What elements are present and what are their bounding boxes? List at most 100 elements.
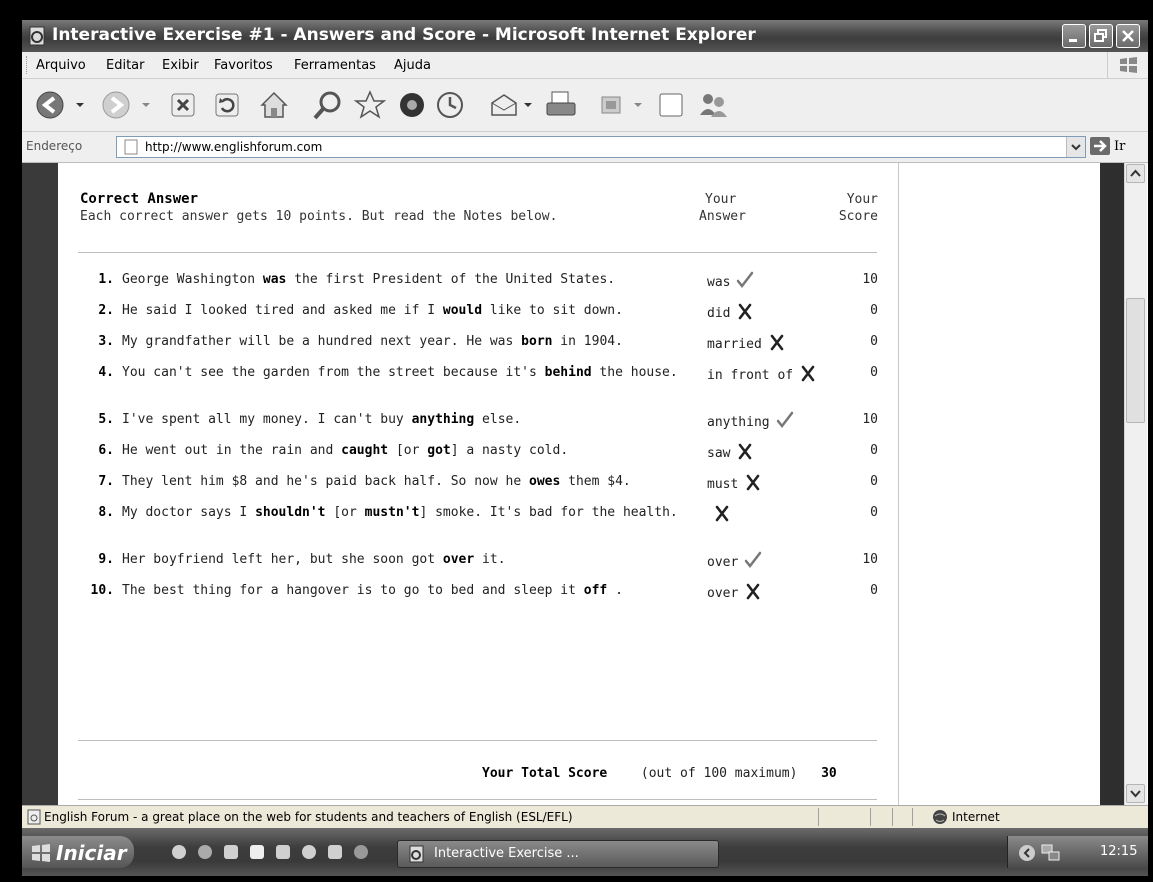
row-number: 6.	[98, 443, 114, 458]
refresh-button[interactable]	[212, 89, 242, 121]
go-arrow-icon	[1094, 140, 1107, 152]
windows-logo-icon	[1107, 52, 1148, 78]
home-button[interactable]	[258, 89, 290, 121]
your-score: 10	[862, 412, 878, 427]
page-status-icon	[27, 809, 41, 825]
col-your-score-2: Score	[838, 209, 878, 224]
menu-ajuda[interactable]: Ajuda	[394, 58, 431, 73]
close-button[interactable]	[1116, 24, 1140, 48]
sentence-text: else.	[474, 412, 522, 427]
network-icon[interactable]	[1040, 843, 1062, 863]
quicklaunch-icon[interactable]	[172, 845, 186, 859]
go-button[interactable]	[1090, 137, 1110, 155]
discuss-button[interactable]	[656, 89, 686, 121]
your-answer	[707, 504, 731, 523]
your-answer: in front of	[707, 364, 817, 383]
start-button[interactable]: Iniciar	[22, 836, 134, 868]
system-tray: 12:15	[1007, 836, 1148, 868]
quicklaunch-icon[interactable]	[224, 845, 238, 859]
window-title: Interactive Exercise #1 - Answers and Sc…	[52, 25, 756, 45]
correct-sentence: The best thing for a hangover is to go t…	[122, 583, 692, 598]
zone-label: Internet	[952, 810, 1000, 824]
correct-sentence: He went out in the rain and caught [or g…	[122, 443, 692, 458]
menu-grip[interactable]	[26, 56, 29, 74]
answer-keyword: off	[583, 583, 608, 598]
your-score: 0	[870, 474, 878, 489]
status-divider	[912, 808, 913, 826]
sentence-text: The best thing for a hangover is to go t…	[122, 583, 584, 598]
scroll-thumb[interactable]	[1126, 298, 1145, 423]
search-button[interactable]	[312, 89, 344, 121]
quicklaunch-icon[interactable]	[276, 845, 290, 859]
correct-sentence: My grandfather will be a hundred next ye…	[122, 334, 692, 349]
vertical-scrollbar[interactable]	[1124, 163, 1147, 805]
quicklaunch-icon[interactable]	[354, 845, 368, 859]
go-label[interactable]: Ir	[1114, 139, 1125, 154]
menu-ferramentas[interactable]: Ferramentas	[294, 58, 376, 73]
messenger-button[interactable]	[696, 89, 730, 121]
favorites-button[interactable]	[354, 89, 386, 121]
stop-button[interactable]	[168, 89, 198, 121]
correct-answer-heading: Correct Answer	[80, 191, 199, 207]
cross-icon	[739, 443, 752, 460]
address-label: Endereço	[26, 139, 83, 153]
scroll-down-button[interactable]	[1126, 784, 1145, 803]
taskbar: Iniciar Interactive Exercise ... 12:15	[22, 828, 1148, 876]
row-number: 9.	[98, 552, 114, 567]
correct-sentence: They lent him $8 and he's paid back half…	[122, 474, 692, 489]
forward-button[interactable]	[100, 89, 154, 121]
check-icon	[745, 551, 762, 569]
your-score: 0	[870, 334, 878, 349]
bottom-divider	[78, 799, 877, 800]
history-button[interactable]	[434, 89, 466, 121]
sentence-text: in 1904.	[552, 334, 623, 349]
your-score: 0	[870, 443, 878, 458]
quicklaunch-icon[interactable]	[328, 845, 342, 859]
status-text: English Forum - a great place on the web…	[44, 810, 573, 824]
sentence-text: [or	[388, 443, 428, 458]
total-score-label: Your Total Score	[482, 766, 608, 781]
address-input[interactable]: http://www.englishforum.com	[116, 136, 1086, 158]
menu-favoritos[interactable]: Favoritos	[214, 58, 273, 73]
answer-keyword: got	[427, 443, 451, 458]
quicklaunch-ie-icon[interactable]	[198, 845, 212, 859]
quicklaunch-icon[interactable]	[250, 845, 264, 859]
menu-exibir[interactable]: Exibir	[162, 58, 199, 73]
menu-editar[interactable]: Editar	[106, 58, 145, 73]
correct-sentence: I've spent all my money. I can't buy any…	[122, 412, 692, 427]
row-number: 7.	[98, 474, 114, 489]
sentence-text: the house.	[591, 365, 678, 380]
your-answer: over	[707, 582, 762, 601]
mail-button[interactable]	[488, 89, 538, 121]
restore-button[interactable]	[1089, 24, 1113, 48]
your-answer-text: did	[707, 306, 731, 321]
media-button[interactable]	[396, 89, 428, 121]
print-button[interactable]	[544, 89, 578, 121]
tray-expand-icon[interactable]	[1018, 844, 1036, 862]
title-bar[interactable]: Interactive Exercise #1 - Answers and Sc…	[22, 20, 1148, 52]
cross-icon	[739, 303, 752, 320]
your-answer-text: over	[707, 586, 739, 601]
cross-icon	[801, 365, 815, 382]
instructions-text: Each correct answer gets 10 points. But …	[80, 209, 558, 224]
cross-icon	[747, 474, 760, 491]
row-number: 5.	[98, 412, 114, 427]
minimize-icon	[1069, 39, 1077, 42]
minimize-button[interactable]	[1062, 24, 1086, 48]
your-answer-text: in front of	[707, 368, 794, 383]
ie-page-icon	[29, 26, 45, 46]
quicklaunch-icon[interactable]	[302, 845, 316, 859]
cross-icon	[715, 505, 729, 522]
back-button[interactable]	[34, 89, 88, 121]
scroll-up-button[interactable]	[1126, 164, 1145, 183]
menu-arquivo[interactable]: Arquivo	[36, 58, 86, 73]
answer-keyword: caught	[341, 443, 389, 458]
edit-button[interactable]	[596, 89, 646, 121]
address-url: http://www.englishforum.com	[145, 140, 323, 154]
address-dropdown[interactable]	[1066, 137, 1085, 157]
sentence-text: [or	[325, 505, 365, 520]
menu-bar: Arquivo Editar Exibir Favoritos Ferramen…	[22, 52, 1148, 79]
address-bar: Endereço http://www.englishforum.com Ir	[22, 132, 1148, 163]
sentence-text: George Washington	[122, 272, 263, 287]
taskbar-ie-task[interactable]: Interactive Exercise ...	[397, 840, 719, 868]
